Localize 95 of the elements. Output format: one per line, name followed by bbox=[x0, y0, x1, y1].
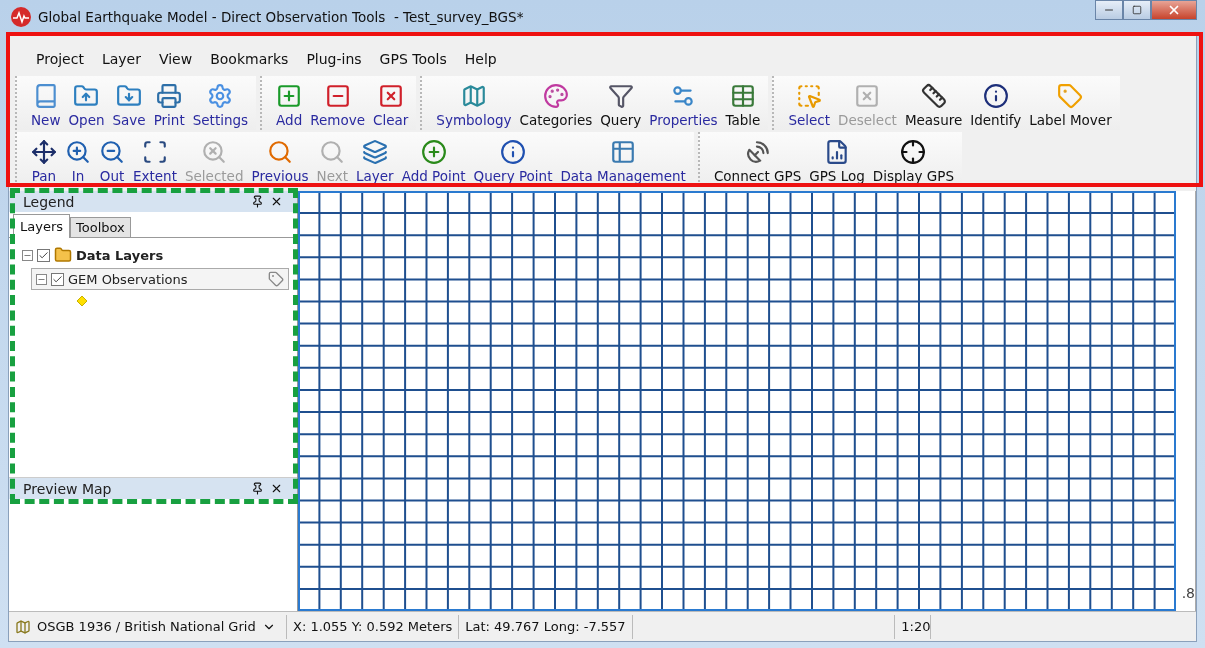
toolbar-button[interactable]: Connect GPS bbox=[709, 139, 806, 186]
tab[interactable]: Toolbox bbox=[70, 217, 131, 237]
pin-icon[interactable] bbox=[251, 195, 264, 208]
tag-icon bbox=[1057, 83, 1084, 109]
palette-icon bbox=[542, 83, 569, 109]
scale-label: .8 bbox=[1181, 585, 1195, 601]
folder-down-icon bbox=[116, 83, 143, 109]
settings-icon bbox=[207, 83, 234, 109]
toolbar-button[interactable]: Query bbox=[596, 83, 646, 130]
toolbar-button[interactable]: Remove bbox=[306, 83, 370, 130]
toolbar-button[interactable]: Previous bbox=[247, 139, 313, 186]
layer-item[interactable]: Data Layers bbox=[17, 244, 289, 266]
panel-title: Preview Map bbox=[23, 480, 113, 497]
tab[interactable]: Layers bbox=[13, 214, 71, 238]
info-icon bbox=[500, 139, 527, 165]
magnifier-icon bbox=[201, 139, 228, 165]
latlong-text: Lat: 49.767 Long: -7.557 bbox=[465, 619, 626, 634]
menu-item[interactable]: Project bbox=[27, 51, 93, 67]
chart-document-icon bbox=[824, 139, 850, 165]
menu-item[interactable]: View bbox=[149, 51, 202, 67]
maximize-button[interactable] bbox=[1123, 0, 1151, 20]
minus-square-icon bbox=[324, 83, 351, 109]
tag-icon bbox=[268, 271, 284, 287]
close-icon[interactable] bbox=[270, 195, 283, 208]
magnifier-icon bbox=[319, 139, 346, 165]
plus-circle-icon bbox=[420, 139, 447, 165]
coordinates-text: X: 1.055 Y: 0.592 Meters bbox=[293, 619, 453, 634]
toolbar-button[interactable]: Display GPS bbox=[868, 139, 959, 186]
folder-up-icon bbox=[73, 83, 100, 109]
projection-dropdown[interactable]: OSGB 1936 / British National Grid bbox=[15, 618, 276, 635]
toolbar-button[interactable]: Print bbox=[149, 83, 189, 130]
toolbar-button[interactable]: Clear bbox=[369, 83, 413, 130]
toolbar-button[interactable]: Measure bbox=[900, 83, 967, 130]
selection-icon bbox=[796, 83, 823, 109]
toolbar-button[interactable]: Table bbox=[721, 83, 765, 130]
pin-icon[interactable] bbox=[251, 482, 264, 495]
crosshair-icon bbox=[900, 139, 927, 165]
toolbar-button[interactable]: Categories bbox=[515, 83, 597, 130]
menu-item[interactable]: Plug-ins bbox=[297, 51, 371, 67]
info-icon bbox=[982, 83, 1009, 109]
toolbar-button[interactable]: Save bbox=[108, 83, 150, 130]
toolbar-button[interactable]: Properties bbox=[645, 83, 722, 130]
layers-icon bbox=[361, 139, 388, 165]
toolbar-button[interactable]: Out bbox=[95, 139, 129, 186]
app-logo-icon bbox=[10, 5, 32, 28]
ruler-icon bbox=[920, 83, 947, 109]
folder-icon bbox=[54, 246, 72, 264]
menu-item[interactable]: GPS Tools bbox=[370, 51, 456, 67]
toolbar-button[interactable]: Layer bbox=[352, 139, 398, 186]
toolbar-button[interactable]: Data Management bbox=[556, 139, 690, 186]
map-icon bbox=[460, 83, 487, 109]
toolbar-button[interactable]: New bbox=[27, 83, 65, 130]
zoom-out-icon bbox=[99, 139, 125, 165]
toolbar-button[interactable]: In bbox=[61, 139, 95, 186]
map-icon bbox=[15, 618, 31, 635]
menu-item[interactable]: Bookmarks bbox=[201, 51, 298, 67]
toolbar-button[interactable]: Pan bbox=[27, 139, 61, 186]
toolbar-button[interactable]: Select bbox=[784, 83, 835, 130]
minimize-button[interactable] bbox=[1095, 0, 1123, 20]
checkbox[interactable] bbox=[37, 248, 50, 262]
menu-item[interactable]: Help bbox=[455, 51, 506, 67]
close-icon[interactable] bbox=[270, 482, 283, 495]
maximize-icon bbox=[1132, 5, 1142, 15]
window-title: Global Earthquake Model - Direct Observation Tools - Test_survey_BGS* bbox=[38, 8, 524, 25]
table-icon bbox=[729, 83, 756, 109]
table-icon bbox=[610, 139, 637, 165]
satellite-dish-icon bbox=[744, 139, 771, 165]
toolbar-button[interactable]: Add bbox=[272, 83, 307, 130]
panel-title: Legend bbox=[23, 193, 76, 210]
toolbar-button[interactable]: Open bbox=[64, 83, 109, 130]
toolbar-button[interactable]: Extent bbox=[129, 139, 181, 186]
expander-icon[interactable] bbox=[22, 249, 33, 261]
toolbar-button[interactable]: Query Point bbox=[469, 139, 557, 186]
move-icon bbox=[31, 139, 57, 165]
toolbar-button[interactable]: Symbology bbox=[432, 83, 516, 130]
diamond-icon bbox=[77, 296, 87, 306]
expander-icon[interactable] bbox=[36, 273, 47, 285]
toolbar-button[interactable]: Add Point bbox=[397, 139, 470, 186]
layer-item[interactable]: GEM Observations bbox=[31, 268, 289, 290]
extent-icon bbox=[142, 139, 168, 165]
magnifier-icon bbox=[267, 139, 294, 165]
close-icon bbox=[1167, 3, 1181, 17]
x-square-icon bbox=[854, 83, 881, 109]
x-square-icon bbox=[377, 83, 404, 109]
zoom-in-icon bbox=[65, 139, 91, 165]
scale-text: 1:20 bbox=[901, 619, 931, 634]
toolbar-button[interactable]: Settings bbox=[188, 83, 253, 130]
plus-square-icon bbox=[276, 83, 303, 109]
toolbar-button[interactable]: Label Mover bbox=[1025, 83, 1116, 130]
checkbox[interactable] bbox=[51, 272, 64, 286]
printer-icon bbox=[156, 83, 183, 109]
funnel-icon bbox=[607, 83, 634, 109]
menu-item[interactable]: Layer bbox=[92, 51, 150, 67]
toolbar-button[interactable]: Identify bbox=[966, 83, 1026, 130]
close-button[interactable] bbox=[1151, 0, 1197, 20]
